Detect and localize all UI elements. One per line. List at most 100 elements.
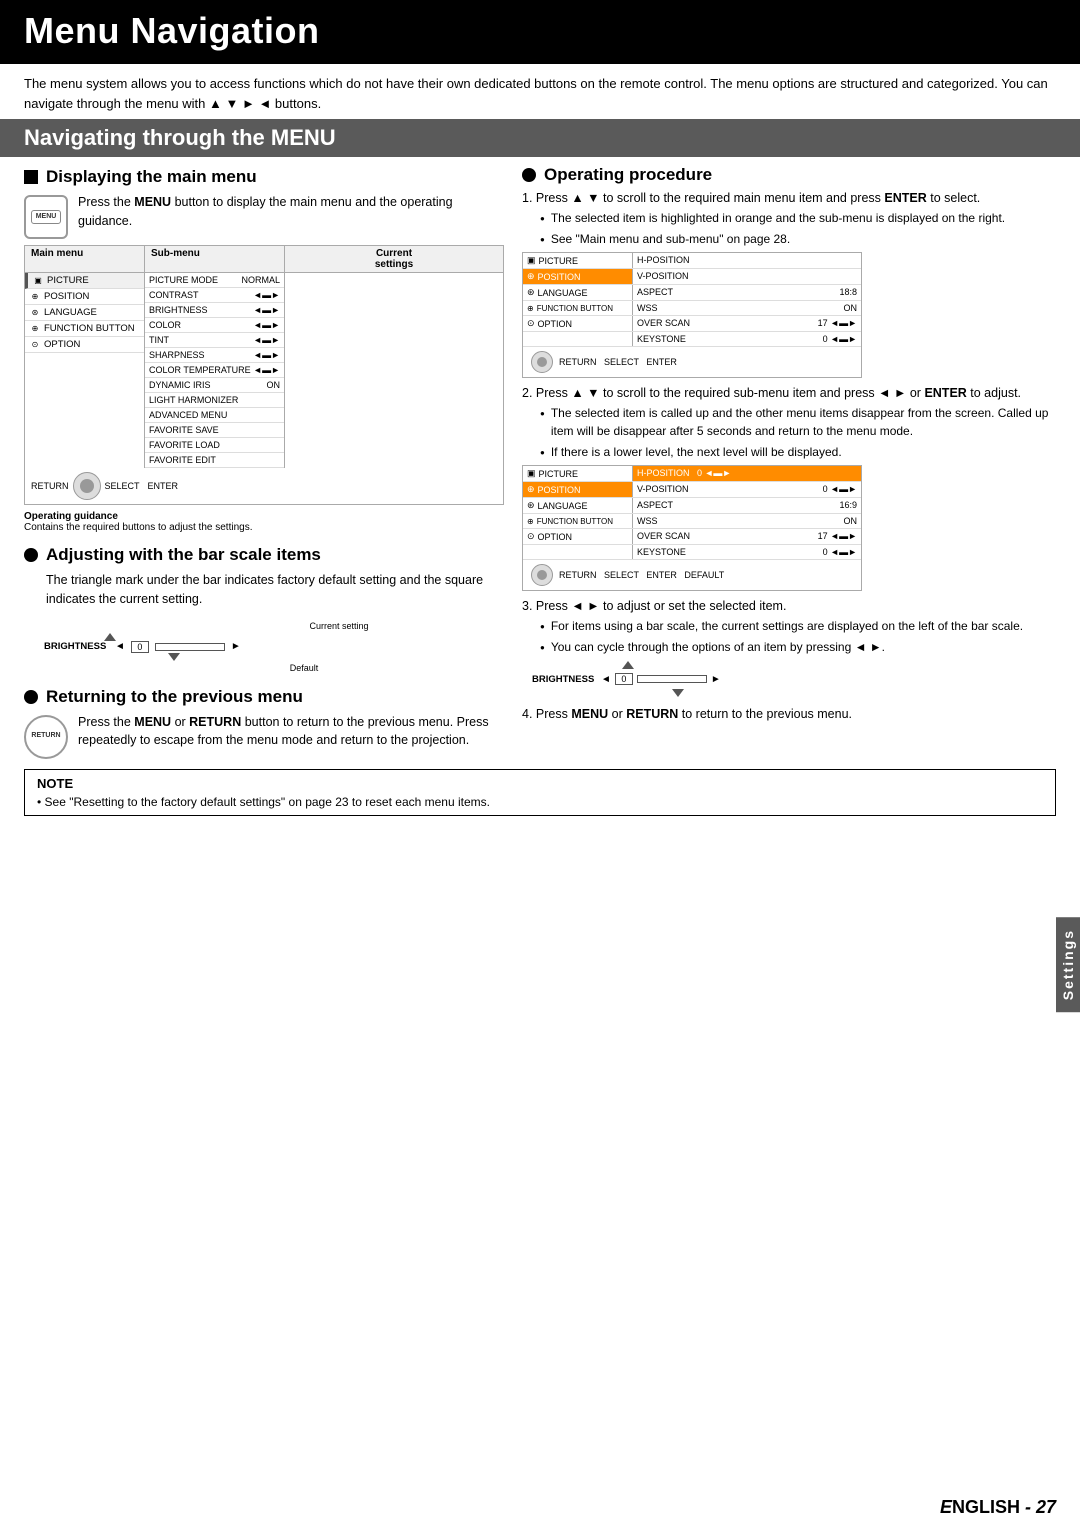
menu-diagram-controls: RETURN SELECT ENTER	[25, 468, 503, 504]
bullet-circle-3-icon	[522, 168, 536, 182]
main-menu-item-position: ⊕ POSITION	[25, 289, 144, 305]
ms1-row-picture: ▣ PICTURE H-POSITION	[523, 253, 861, 269]
page-title-bar: Menu Navigation	[0, 0, 1080, 64]
main-menu-item-language: ⊛ LANGUAGE	[25, 305, 144, 321]
page-title: Menu Navigation	[24, 10, 1056, 52]
footer-text: ENGLISH - 27	[940, 1497, 1056, 1517]
sub-item-sharpness: SHARPNESS◄▬►	[145, 348, 284, 363]
ms2-row-function: ⊕ FUNCTION BUTTON WSSON	[523, 514, 861, 529]
ms1-row-position: ⊕ POSITION V-POSITION	[523, 269, 861, 285]
sub-menu-col-header: Sub-menu	[145, 246, 285, 272]
sub-item-color-temp: COLOR TEMPERATURE◄▬►	[145, 363, 284, 378]
select-nav-icon	[73, 472, 101, 500]
main-content: Displaying the main menu MENU Press the …	[0, 157, 1080, 759]
left-arrow-icon: ◄	[115, 641, 125, 652]
menu-screenshot-2: ▣ PICTURE H-POSITION 0 ◄▬► ⊕ POSITION V-…	[522, 465, 862, 591]
sub-item-advanced-menu: ADVANCED MENU	[145, 408, 284, 423]
ms2-controls: RETURN SELECT ENTER DEFAULT	[523, 560, 861, 590]
left-column: Displaying the main menu MENU Press the …	[24, 157, 504, 759]
ms2-row-picture: ▣ PICTURE H-POSITION 0 ◄▬►	[523, 466, 861, 482]
sub-item-brightness: BRIGHTNESS◄▬►	[145, 303, 284, 318]
sub-item-light-harmonizer: LIGHT HARMONIZER	[145, 393, 284, 408]
ms1-controls: RETURN SELECT ENTER	[523, 347, 861, 377]
step-2: 2. Press ▲ ▼ to scroll to the required s…	[522, 386, 1056, 591]
return-icon-wrap: RETURN	[24, 715, 68, 759]
adjusting-bar-title: Adjusting with the bar scale items	[24, 545, 504, 565]
bar-row	[44, 633, 504, 641]
step3-triangle-up	[622, 661, 634, 669]
menu-icon-wrap: MENU	[24, 195, 68, 239]
sub-item-picture-mode: PICTURE MODENORMAL	[145, 273, 284, 288]
returning-menu-text: Press the MENU or RETURN button to retur…	[24, 713, 504, 751]
right-column: Operating procedure 1. Press ▲ ▼ to scro…	[522, 157, 1056, 759]
operating-guidance: Operating guidance Contains the required…	[24, 509, 504, 535]
sub-item-dynamic-iris: DYNAMIC IRISON	[145, 378, 284, 393]
menu-diagram-body: ▣ PICTURE ⊕ POSITION ⊛ LANGUAGE ⊕ FUNCTI…	[25, 273, 503, 468]
current-settings-col-header: Currentsettings	[285, 246, 503, 272]
step-3-bullet-2: You can cycle through the options of an …	[540, 638, 1056, 656]
displaying-main-menu-text: Press the MENU button to display the mai…	[24, 193, 504, 231]
triangle-down-icon	[168, 653, 180, 661]
ms2-row-language: ⊛ LANGUAGE ASPECT16:9	[523, 498, 861, 514]
main-menu-col-header: Main menu	[25, 246, 145, 272]
sub-item-favorite-load: FAVORITE LOAD	[145, 438, 284, 453]
step-1-bullet-1: The selected item is highlighted in oran…	[540, 209, 1056, 227]
ms1-row-language: ⊛ LANGUAGE ASPECT18:8	[523, 285, 861, 301]
ms2-row-position: ⊕ POSITION V-POSITION0 ◄▬►	[523, 482, 861, 498]
sub-item-tint: TINT◄▬►	[145, 333, 284, 348]
step-2-bullets: The selected item is called up and the o…	[522, 404, 1056, 461]
note-body: • See "Resetting to the factory default …	[37, 795, 1043, 809]
bullet-circle-icon	[24, 548, 38, 562]
default-setting-label: Default	[44, 663, 504, 673]
step-3-bar-diagram: BRIGHTNESS ◄ 0 ►	[522, 659, 1056, 699]
brightness-label: BRIGHTNESS	[44, 641, 109, 652]
step-1-header: 1. Press ▲ ▼ to scroll to the required m…	[522, 191, 1056, 205]
section-header: Navigating through the MENU	[0, 119, 1080, 157]
menu-screenshot-1: ▣ PICTURE H-POSITION ⊕ POSITION V-POSITI…	[522, 252, 862, 378]
ms2-nav-icon	[531, 564, 553, 586]
step-3-bar-line	[637, 675, 707, 683]
returning-menu-section: Returning to the previous menu RETURN Pr…	[24, 687, 504, 759]
step-4: 4. Press MENU or RETURN to return to the…	[522, 707, 1056, 721]
menu-diagram: Main menu Sub-menu Currentsettings ▣ PIC…	[24, 245, 504, 505]
step-3-brightness-widget: BRIGHTNESS ◄ 0 ►	[532, 671, 721, 687]
sub-item-favorite-save: FAVORITE SAVE	[145, 423, 284, 438]
ms1-row-option: ⊙ OPTION OVER SCAN17 ◄▬►	[523, 316, 861, 332]
returning-menu-title: Returning to the previous menu	[24, 687, 504, 707]
bullet-circle-2-icon	[24, 690, 38, 704]
displaying-main-menu-title: Displaying the main menu	[24, 167, 504, 187]
current-setting-label: Current setting	[44, 621, 504, 631]
ms2-row-keystone: KEYSTONE0 ◄▬►	[523, 545, 861, 560]
bar-scale-line	[155, 643, 225, 651]
step-1-bullet-2: See "Main menu and sub-menu" on page 28.	[540, 230, 1056, 248]
ms1-nav-icon	[531, 351, 553, 373]
bar-value: 0	[131, 641, 149, 653]
main-menu-item-function: ⊕ FUNCTION BUTTON	[25, 321, 144, 337]
step-2-bullet-1: The selected item is called up and the o…	[540, 404, 1056, 440]
step-2-bullet-2: If there is a lower level, the next leve…	[540, 443, 1056, 461]
displaying-main-menu-body: MENU Press the MENU button to display th…	[24, 193, 504, 239]
adjusting-bar-body: The triangle mark under the bar indicate…	[24, 571, 504, 609]
step-1-bullets: The selected item is highlighted in oran…	[522, 209, 1056, 248]
sub-item-color: COLOR◄▬►	[145, 318, 284, 333]
main-menu-items: ▣ PICTURE ⊕ POSITION ⊛ LANGUAGE ⊕ FUNCTI…	[25, 273, 145, 468]
step-1: 1. Press ▲ ▼ to scroll to the required m…	[522, 191, 1056, 378]
sub-menu-items: PICTURE MODENORMAL CONTRAST◄▬► BRIGHTNES…	[145, 273, 285, 468]
ms1-row-keystone: KEYSTONE0 ◄▬►	[523, 332, 861, 347]
sub-item-favorite-edit: FAVORITE EDIT	[145, 453, 284, 468]
return-button-icon: RETURN	[24, 715, 68, 759]
step-3: 3. Press ◄ ► to adjust or set the select…	[522, 599, 1056, 699]
sub-item-contrast: CONTRAST◄▬►	[145, 288, 284, 303]
note-box: NOTE • See "Resetting to the factory def…	[24, 769, 1056, 816]
step3-triangle-down	[672, 689, 684, 697]
settings-tab: Settings	[1056, 917, 1080, 1012]
step-3-brightness-label: BRIGHTNESS	[532, 674, 597, 685]
triangle-up-icon	[104, 633, 116, 641]
step-3-bullets: For items using a bar scale, the current…	[522, 617, 1056, 656]
triangle-down-row	[44, 653, 504, 661]
black-square-icon	[24, 170, 38, 184]
bar-scale-row: BRIGHTNESS ◄ 0 ►	[44, 641, 504, 653]
menu-diagram-header: Main menu Sub-menu Currentsettings	[25, 246, 503, 273]
main-menu-item-picture: ▣ PICTURE	[25, 273, 144, 289]
bar-diagram: Current setting BRIGHTNESS ◄ 0 ►	[24, 617, 504, 677]
